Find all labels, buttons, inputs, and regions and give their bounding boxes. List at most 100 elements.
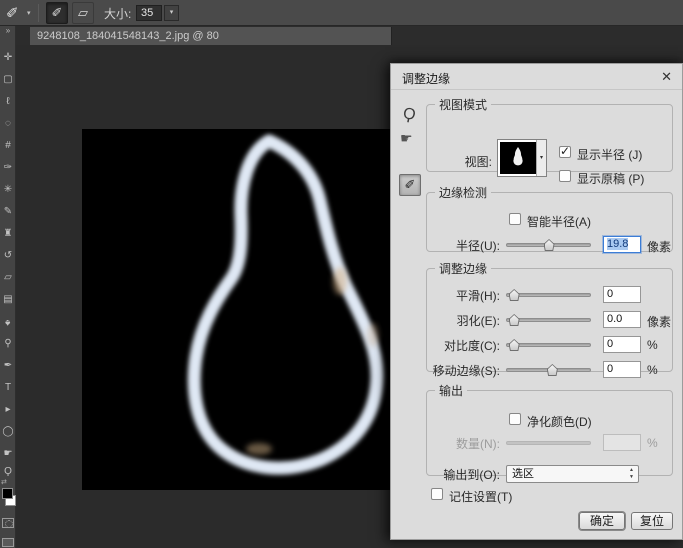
brush-size-dropdown-arrow-icon[interactable]: ▾: [164, 5, 179, 21]
output-legend: 输出: [435, 382, 467, 399]
edge-detection-group: 边缘检测 智能半径(A) 半径(U): 19.8 像素: [426, 184, 673, 252]
eyedropper-tool[interactable]: ✑: [0, 160, 16, 176]
feather-input[interactable]: 0.0: [603, 311, 641, 328]
path-selection-tool-icon: ▸: [5, 404, 10, 415]
canvas[interactable]: [82, 129, 391, 490]
smooth-slider[interactable]: [506, 293, 591, 297]
ok-button[interactable]: 确定: [579, 512, 625, 530]
contrast-slider[interactable]: [506, 343, 591, 347]
hand-tool[interactable]: ☛: [0, 446, 16, 462]
feather-slider-thumb[interactable]: [509, 314, 520, 326]
adjust-edge-group: 调整边缘 平滑(H): 0 羽化(E): 0.0 像素 对比度(C): 0 % …: [426, 260, 673, 372]
blur-tool-icon: ♠: [5, 314, 10, 330]
refine-radius-brush-icon: ✐: [52, 5, 63, 21]
type-tool[interactable]: T: [0, 380, 16, 396]
brush-tool[interactable]: ✎: [0, 204, 16, 220]
dialog-header[interactable]: 调整边缘 ✕: [391, 64, 682, 90]
move-tool-icon: ✛: [4, 52, 12, 63]
amount-slider: [506, 441, 591, 445]
shift-edge-slider[interactable]: [506, 368, 591, 372]
spot-healing-brush-tool[interactable]: ✳: [0, 182, 16, 198]
document-tab-bar: 9248108_184041548143_2.jpg @ 80: [16, 26, 683, 45]
contrast-slider-thumb[interactable]: [509, 339, 520, 351]
clone-stamp-tool[interactable]: ♜: [0, 226, 16, 242]
radius-unit-label: 像素: [647, 238, 671, 255]
dodge-tool[interactable]: ⚲: [0, 336, 16, 352]
smart-radius-checkbox[interactable]: [509, 213, 521, 225]
show-radius-label: 显示半径 (J): [577, 146, 642, 163]
refine-edge-dialog: 调整边缘 ✕ Ϙ ☛ ✐ 视图模式 视图: ▾ ✓ 显示半径 (J) 显示原稿 …: [390, 63, 683, 540]
radius-input[interactable]: 19.8: [603, 236, 641, 253]
pear-outline-path: [194, 141, 377, 468]
gradient-tool[interactable]: ▤: [0, 292, 16, 308]
dialog-refine-radius-brush-icon: ✐: [405, 177, 416, 193]
contrast-input[interactable]: 0: [603, 336, 641, 353]
erase-refinements-tool-button[interactable]: ▱: [72, 2, 94, 24]
radius-slider-thumb[interactable]: [544, 239, 555, 251]
refine-radius-tool-button[interactable]: ✐: [46, 2, 68, 24]
show-radius-checkbox[interactable]: ✓: [559, 146, 571, 158]
view-mode-dropdown[interactable]: ▾: [497, 139, 547, 177]
shift-edge-unit-label: %: [647, 363, 658, 377]
lasso-tool[interactable]: ℓ: [0, 94, 16, 110]
smart-radius-label: 智能半径(A): [527, 213, 591, 230]
rectangular-marquee-tool[interactable]: ▢: [0, 72, 16, 88]
adjust-edge-legend: 调整边缘: [435, 260, 491, 277]
history-brush-tool[interactable]: ↺: [0, 248, 16, 264]
eraser-tool[interactable]: ▱: [0, 270, 16, 286]
brush-preset-dropdown-arrow-icon[interactable]: ▾: [27, 0, 31, 26]
healing-brush-tool-icon: ✳: [4, 184, 12, 195]
path-selection-tool[interactable]: ▸: [0, 402, 16, 418]
amount-label: 数量(N):: [435, 435, 500, 452]
smooth-slider-thumb[interactable]: [509, 289, 520, 301]
smooth-label: 平滑(H):: [435, 287, 500, 304]
feather-slider[interactable]: [506, 318, 591, 322]
zoom-tool-icon: Ϙ: [4, 466, 12, 477]
dialog-title: 调整边缘: [402, 70, 450, 87]
options-bar: ✐ ▾ ✐ ▱ 大小: 35 ▾: [0, 0, 683, 26]
show-original-checkbox[interactable]: [559, 170, 571, 182]
toolbar-collapse-icon[interactable]: »: [0, 26, 16, 35]
marquee-tool-icon: ▢: [3, 74, 12, 85]
amount-unit-label: %: [647, 436, 658, 450]
remember-settings-checkbox[interactable]: [431, 488, 443, 500]
view-thumbnail: [500, 142, 536, 174]
pen-tool[interactable]: ✒: [0, 358, 16, 374]
blur-tool[interactable]: ♠: [0, 314, 16, 330]
smooth-input[interactable]: 0: [603, 286, 641, 303]
dialog-refine-radius-tool-button[interactable]: ✐: [399, 174, 421, 196]
decontaminate-colors-checkbox[interactable]: [509, 413, 521, 425]
brush-size-input[interactable]: 35: [136, 5, 162, 21]
brush-preset-icon[interactable]: ✐: [6, 0, 19, 26]
view-label: 视图:: [452, 153, 492, 170]
pen-tool-icon: ✒: [4, 360, 12, 371]
crop-tool[interactable]: #: [0, 138, 16, 154]
quick-mask-button[interactable]: [2, 518, 14, 528]
dialog-zoom-tool-icon[interactable]: Ϙ: [402, 105, 417, 125]
output-to-dropdown[interactable]: 选区 ▲▼: [506, 465, 639, 483]
close-icon[interactable]: ✕: [661, 69, 672, 85]
remember-settings-label: 记住设置(T): [449, 488, 512, 505]
swap-colors-icon[interactable]: ⇄: [1, 478, 7, 486]
clone-stamp-tool-icon: ♜: [4, 228, 13, 239]
document-tab[interactable]: 9248108_184041548143_2.jpg @ 80: [30, 27, 392, 45]
quick-selection-tool[interactable]: ◌: [0, 116, 16, 132]
view-mode-legend: 视图模式: [435, 96, 491, 113]
contrast-label: 对比度(C):: [435, 337, 500, 354]
screen-mode-button[interactable]: [2, 538, 14, 547]
move-tool[interactable]: ✛: [0, 50, 16, 66]
dialog-hand-tool-icon[interactable]: ☛: [400, 130, 413, 147]
foreground-color-swatch[interactable]: [2, 488, 13, 499]
radius-slider[interactable]: [506, 243, 591, 247]
tools-panel: » ✛ ▢ ℓ ◌ # ✑ ✳ ✎ ♜ ↺ ▱ ▤ ♠ ⚲ ✒ T ▸ ◯ ☛ …: [0, 26, 16, 548]
output-to-value: 选区: [512, 468, 534, 480]
eyedropper-tool-icon: ✑: [4, 162, 12, 173]
dropdown-spinner-icon: ▲▼: [629, 467, 634, 481]
view-dropdown-arrow-icon[interactable]: ▾: [536, 140, 546, 176]
shift-edge-slider-thumb[interactable]: [547, 364, 558, 376]
shift-edge-input[interactable]: 0: [603, 361, 641, 378]
edge-detection-legend: 边缘检测: [435, 184, 491, 201]
output-to-label: 输出到(O):: [427, 466, 500, 483]
ellipse-shape-tool[interactable]: ◯: [0, 424, 16, 440]
reset-button[interactable]: 复位: [631, 512, 673, 530]
